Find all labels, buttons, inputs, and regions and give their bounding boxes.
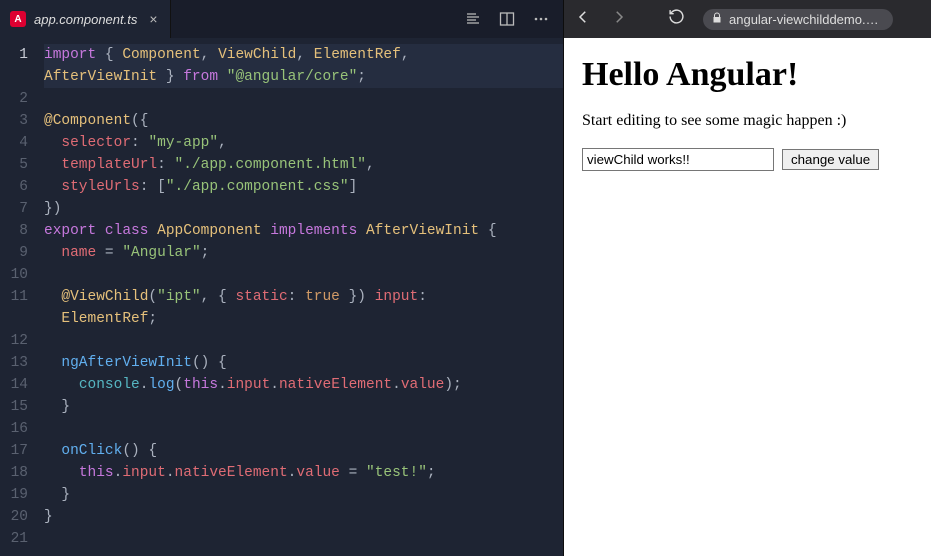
code-line[interactable]: [44, 264, 563, 286]
code-line[interactable]: this.input.nativeElement.value = "test!"…: [44, 462, 563, 484]
lock-icon: [711, 12, 723, 27]
code-area[interactable]: 123456789101112131415161718192021 import…: [0, 38, 563, 556]
reload-icon[interactable]: [668, 8, 685, 30]
split-editor-icon[interactable]: [499, 11, 515, 27]
page-subtext: Start editing to see some magic happen :…: [582, 112, 913, 130]
code-line[interactable]: export class AppComponent implements Aft…: [44, 220, 563, 242]
code-line[interactable]: }: [44, 484, 563, 506]
code-line[interactable]: styleUrls: ["./app.component.css"]: [44, 176, 563, 198]
format-icon[interactable]: [465, 11, 481, 27]
code-line[interactable]: ngAfterViewInit() {: [44, 352, 563, 374]
code-line[interactable]: selector: "my-app",: [44, 132, 563, 154]
code-content[interactable]: import { Component, ViewChild, ElementRe…: [44, 44, 563, 556]
viewchild-input[interactable]: [582, 148, 774, 171]
code-line[interactable]: @ViewChild("ipt", { static: true }) inpu…: [44, 286, 563, 308]
editor-pane: A app.component.ts ×: [0, 0, 563, 556]
code-line[interactable]: }: [44, 396, 563, 418]
browser-toolbar: angular-viewchilddemo.s…: [564, 0, 931, 38]
preview-document: Hello Angular! Start editing to see some…: [564, 38, 931, 556]
line-number-gutter: 123456789101112131415161718192021: [0, 44, 44, 556]
editor-title-actions: [465, 11, 563, 27]
code-line[interactable]: }: [44, 506, 563, 528]
page-heading: Hello Angular!: [582, 56, 913, 94]
close-icon[interactable]: ×: [145, 11, 157, 27]
angular-file-icon: A: [10, 11, 26, 27]
code-line[interactable]: templateUrl: "./app.component.html",: [44, 154, 563, 176]
demo-row: change value: [582, 148, 913, 171]
code-line[interactable]: [44, 418, 563, 440]
code-line[interactable]: [44, 330, 563, 352]
code-line[interactable]: @Component({: [44, 110, 563, 132]
code-line[interactable]: name = "Angular";: [44, 242, 563, 264]
more-icon[interactable]: [533, 11, 549, 27]
back-icon[interactable]: [574, 8, 592, 31]
tab-filename: app.component.ts: [34, 12, 137, 27]
code-line[interactable]: AfterViewInit } from "@angular/core";: [44, 66, 563, 88]
code-line[interactable]: }): [44, 198, 563, 220]
app-root: A app.component.ts ×: [0, 0, 931, 556]
forward-icon[interactable]: [610, 8, 628, 31]
code-line[interactable]: console.log(this.input.nativeElement.val…: [44, 374, 563, 396]
change-value-button[interactable]: change value: [782, 149, 879, 170]
tab-bar: A app.component.ts ×: [0, 0, 563, 38]
code-line[interactable]: [44, 528, 563, 550]
url-text: angular-viewchilddemo.s…: [729, 12, 883, 27]
code-line[interactable]: [44, 88, 563, 110]
code-line[interactable]: import { Component, ViewChild, ElementRe…: [44, 44, 563, 66]
code-line[interactable]: ElementRef;: [44, 308, 563, 330]
preview-pane: angular-viewchilddemo.s… Hello Angular! …: [563, 0, 931, 556]
tab-app-component[interactable]: A app.component.ts ×: [0, 0, 171, 38]
code-line[interactable]: onClick() {: [44, 440, 563, 462]
address-bar[interactable]: angular-viewchilddemo.s…: [703, 9, 893, 30]
